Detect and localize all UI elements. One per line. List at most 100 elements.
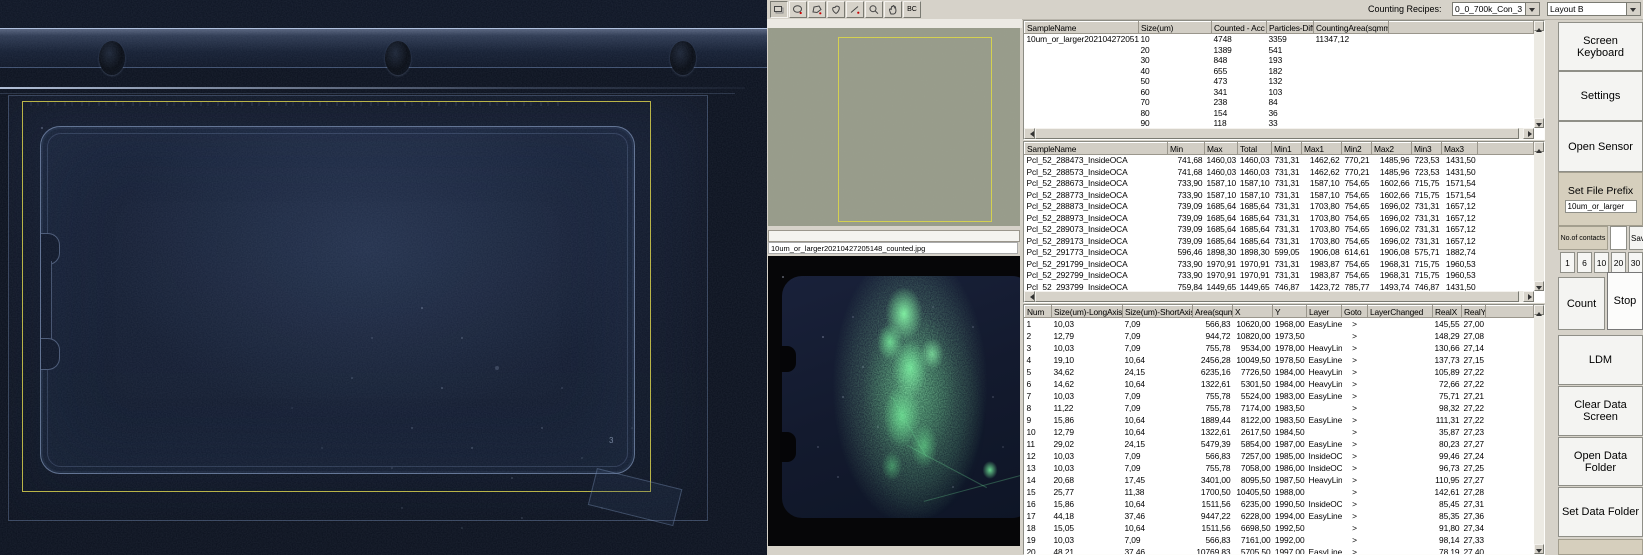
table-cell[interactable]: 12,79	[1052, 330, 1123, 342]
table-cell[interactable]: 6235,16	[1193, 366, 1233, 378]
table-cell[interactable]: 6	[1025, 378, 1052, 390]
table-cell[interactable]	[1307, 330, 1342, 342]
table-cell[interactable]	[1368, 414, 1433, 426]
table-cell[interactable]: 755,78	[1193, 462, 1233, 474]
scroll-left-icon[interactable]	[1024, 128, 1035, 139]
table-cell[interactable]: 1431,50	[1442, 155, 1478, 167]
table-cell[interactable]: 10	[1139, 34, 1212, 45]
table-cell[interactable]: 1	[1025, 318, 1052, 331]
column-header[interactable]: Max2	[1372, 143, 1412, 155]
table-cell[interactable]: 12	[1025, 450, 1052, 462]
table-cell[interactable]: 1988,00	[1273, 486, 1307, 498]
table-cell[interactable]: 566,83	[1193, 318, 1233, 331]
table-cell[interactable]: 7,09	[1123, 402, 1193, 414]
table-row[interactable]: 614,6210,641322,615301,501984,00HeavyLin…	[1025, 378, 1534, 390]
stop-button[interactable]: Stop	[1607, 272, 1643, 330]
table-cell[interactable]: 1997,00	[1273, 546, 1307, 555]
table-cell[interactable]: 755,78	[1193, 390, 1233, 402]
table-cell[interactable]	[1389, 45, 1534, 56]
column-header[interactable]: CountingArea(sqmm)	[1314, 22, 1389, 34]
table-cell[interactable]: 1987,50	[1273, 474, 1307, 486]
table-cell[interactable]: 1973,50	[1273, 330, 1307, 342]
table-cell[interactable]: 1657,12	[1442, 213, 1478, 225]
table-cell[interactable]: 132	[1267, 76, 1314, 87]
table-cell[interactable]: 3401,00	[1193, 474, 1233, 486]
scroll-right-icon[interactable]	[1523, 128, 1534, 139]
table-cell[interactable]: 1906,08	[1302, 247, 1342, 259]
table-cell[interactable]: 739,09	[1168, 236, 1205, 248]
contacts-10-button[interactable]: 10	[1594, 252, 1609, 273]
table-cell[interactable]: >	[1342, 402, 1368, 414]
table-cell[interactable]: 27,14	[1462, 342, 1486, 354]
save-button[interactable]: Save	[1629, 226, 1643, 250]
contacts-20-button[interactable]: 20	[1611, 252, 1626, 273]
column-header[interactable]: Max	[1205, 143, 1238, 155]
table-cell[interactable]	[1486, 498, 1534, 510]
table-row[interactable]: 1012,7910,641322,612617,501984,50>35,872…	[1025, 426, 1534, 438]
table-cell[interactable]: 10,03	[1052, 342, 1123, 354]
table-cell[interactable]: 24,15	[1123, 366, 1193, 378]
table-cell[interactable]: 733,90	[1168, 270, 1205, 282]
camera-live-view[interactable]	[768, 28, 1020, 226]
table-cell[interactable]: 154	[1212, 108, 1267, 119]
table-cell[interactable]	[1368, 510, 1433, 522]
table-cell[interactable]: 1968,00	[1273, 318, 1307, 331]
table-cell[interactable]: 575,71	[1412, 247, 1442, 259]
table-cell[interactable]	[1389, 87, 1534, 98]
camera-roi-rectangle[interactable]	[838, 37, 992, 222]
table-row[interactable]: Pcl_52_291773_InsideOCA596,461898,301898…	[1025, 247, 1534, 259]
counted-image-view[interactable]	[768, 256, 1020, 546]
table-cell[interactable]: 731,31	[1272, 270, 1302, 282]
table-cell[interactable]: 1602,66	[1372, 178, 1412, 190]
table-cell[interactable]: 1906,08	[1372, 247, 1412, 259]
table-cell[interactable]: 37,46	[1123, 546, 1193, 555]
table-cell[interactable]: 1703,80	[1302, 213, 1342, 225]
table-cell[interactable]	[1314, 66, 1389, 77]
table-cell[interactable]: 1587,10	[1238, 178, 1272, 190]
table-cell[interactable]: 733,90	[1168, 178, 1205, 190]
table-cell[interactable]: >	[1342, 498, 1368, 510]
table-cell[interactable]: 715,75	[1412, 178, 1442, 190]
table-cell[interactable]: 473	[1212, 76, 1267, 87]
column-header[interactable]: Min2	[1342, 143, 1372, 155]
table-cell[interactable]: 60	[1139, 87, 1212, 98]
table-cell[interactable]: 14,62	[1052, 378, 1123, 390]
table-cell[interactable]	[1486, 510, 1534, 522]
table-cell[interactable]	[1314, 118, 1389, 129]
table-row[interactable]: 212,797,09944,7210820,001973,50>148,2927…	[1025, 330, 1534, 342]
table-cell[interactable]: >	[1342, 462, 1368, 474]
table-cell[interactable]: 599,05	[1272, 247, 1302, 259]
table-row[interactable]: 2048,2137,4610769,835705,501997,00EasyLi…	[1025, 546, 1534, 555]
clear-data-screen-button[interactable]: Clear Data Screen	[1558, 386, 1643, 436]
table-cell[interactable]: 1970,91	[1205, 270, 1238, 282]
table-cell[interactable]: 5705,50	[1233, 546, 1273, 555]
table-cell[interactable]: 70	[1139, 97, 1212, 108]
column-header[interactable]: Y	[1273, 306, 1307, 318]
rectangle-roi-icon[interactable]	[770, 1, 788, 18]
table-cell[interactable]	[1486, 486, 1534, 498]
table-row[interactable]: 1525,7711,381700,5010405,501988,00>142,6…	[1025, 486, 1534, 498]
open-sensor-button[interactable]: Open Sensor	[1558, 121, 1643, 172]
table-cell[interactable]: 1960,53	[1442, 270, 1478, 282]
ellipse-roi-icon[interactable]	[789, 1, 807, 18]
sidebar-partial-button[interactable]	[1558, 539, 1643, 555]
contacts-30-button[interactable]: 30	[1628, 252, 1643, 273]
table-row[interactable]: 811,227,09755,787174,001983,50>98,3227,2…	[1025, 402, 1534, 414]
table-cell[interactable]: 723,53	[1412, 167, 1442, 179]
table-cell[interactable]: HeavyLiner	[1307, 366, 1342, 378]
zoom-tool-icon[interactable]	[865, 1, 883, 18]
table-cell[interactable]: 27,00	[1462, 318, 1486, 331]
table-cell[interactable]: 72,66	[1433, 378, 1462, 390]
table-cell[interactable]: 10,64	[1123, 378, 1193, 390]
table-cell[interactable]	[1389, 55, 1534, 66]
table-cell[interactable]: 1462,62	[1302, 155, 1342, 167]
scrollbar-thumb[interactable]	[1035, 291, 1519, 302]
bc-tool-icon[interactable]: BC	[903, 1, 921, 18]
table-cell[interactable]: 8122,00	[1233, 414, 1273, 426]
settings-button[interactable]: Settings	[1558, 71, 1643, 121]
table-cell[interactable]: 1587,10	[1205, 190, 1238, 202]
table-cell[interactable]: 10,64	[1123, 426, 1193, 438]
table-cell[interactable]: Pcl_52_288573_InsideOCA	[1025, 167, 1168, 179]
table-cell[interactable]: 11347,12	[1314, 34, 1389, 45]
counting-recipe-select[interactable]: 0_0_700k_Con_3	[1452, 2, 1540, 16]
